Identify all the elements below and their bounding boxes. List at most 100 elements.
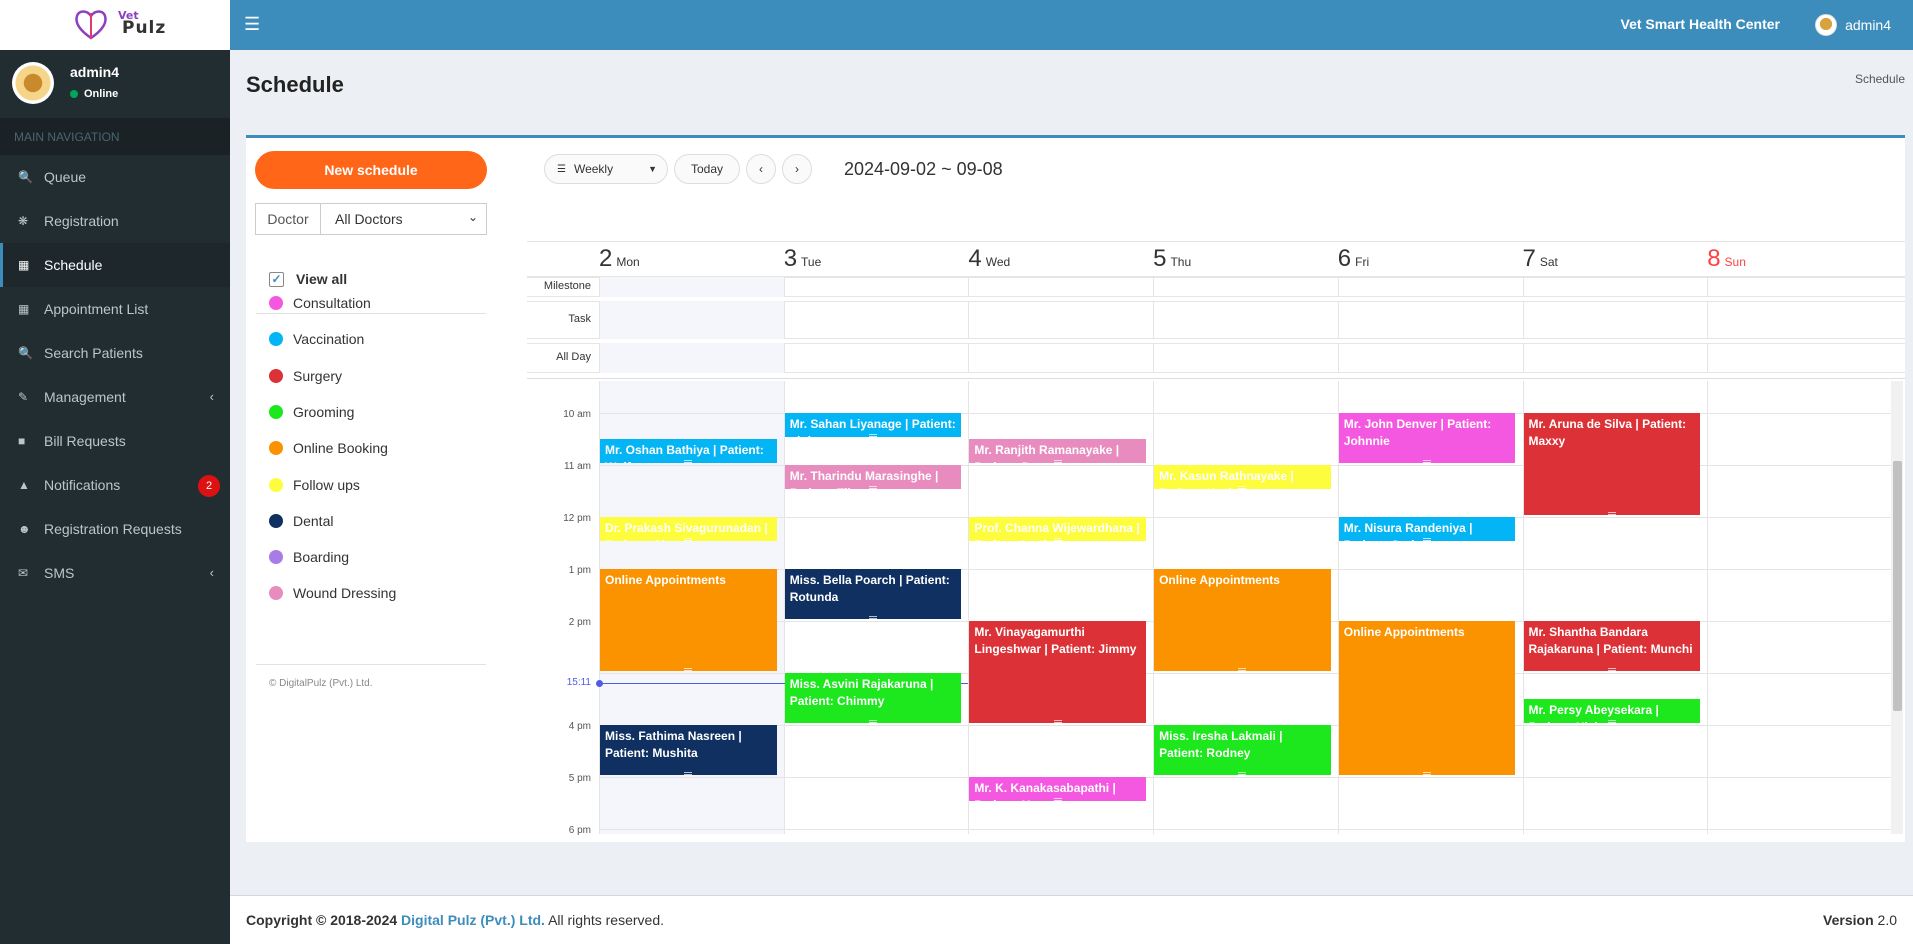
panel-cell[interactable] <box>968 277 1153 297</box>
panel-cell[interactable] <box>1522 277 1708 297</box>
sidebar-item-schedule[interactable]: ▦ Schedule <box>0 243 230 287</box>
panel-cell[interactable] <box>1337 343 1523 373</box>
scrollbar-thumb[interactable] <box>1893 461 1902 711</box>
breadcrumb[interactable]: Schedule <box>1855 72 1905 86</box>
schedule-event[interactable]: Mr. Vinayagamurthi Lingeshwar | Patient:… <box>969 621 1147 723</box>
doctor-select[interactable]: All Doctors ⌄ <box>321 204 486 234</box>
panel-cell[interactable] <box>1707 301 1892 339</box>
panel-cell[interactable] <box>1522 343 1708 373</box>
panel-cell[interactable] <box>1153 343 1338 373</box>
paw-icon: ❋ <box>18 214 29 228</box>
panel-cell[interactable] <box>1707 277 1892 297</box>
resize-handle-icon[interactable] <box>684 772 693 775</box>
resize-handle-icon[interactable] <box>869 486 878 489</box>
schedule-event[interactable]: Online Appointments <box>1338 621 1516 775</box>
resize-handle-icon[interactable] <box>1053 720 1062 723</box>
category-item[interactable]: Wound Dressing <box>269 585 396 601</box>
category-item[interactable]: Vaccination <box>269 331 364 347</box>
schedule-event[interactable]: Mr. Ranjith Ramanayake | Patient: Dawy <box>969 439 1147 463</box>
category-item[interactable]: Surgery <box>269 368 342 384</box>
panel-cell[interactable] <box>1707 343 1892 373</box>
panel-cell[interactable] <box>1337 301 1523 339</box>
schedule-event[interactable]: Miss. Asvini Rajakaruna | Patient: Chimm… <box>784 673 962 723</box>
panel-cell[interactable] <box>783 301 969 339</box>
resize-handle-icon[interactable] <box>1238 668 1247 671</box>
resize-handle-icon[interactable] <box>684 668 693 671</box>
resize-handle-icon[interactable] <box>1607 668 1616 671</box>
schedule-event[interactable]: Mr. Aruna de Silva | Patient: Maxxy <box>1523 413 1701 515</box>
schedule-event[interactable]: Dr. Prakash Sivagurunadan | Patient: Gin… <box>600 517 777 541</box>
resize-handle-icon[interactable] <box>1423 772 1432 775</box>
panel-cell[interactable] <box>599 343 784 373</box>
resize-handle-icon[interactable] <box>869 616 878 619</box>
schedule-event[interactable]: Mr. Oshan Bathiya | Patient: Wolfy <box>600 439 777 463</box>
panel-cell[interactable] <box>599 301 784 339</box>
category-item[interactable]: Dental <box>269 513 333 529</box>
panel-cell[interactable] <box>599 277 784 297</box>
new-schedule-button[interactable]: New schedule <box>255 151 487 189</box>
sidebar-item-notifications[interactable]: ▲ Notifications 2 <box>0 463 230 507</box>
resize-handle-icon[interactable] <box>1423 460 1432 463</box>
resize-handle-icon[interactable] <box>684 460 693 463</box>
panel-cell[interactable] <box>1522 301 1708 339</box>
sidebar-item-management[interactable]: ✎ Management ‹ <box>0 375 230 419</box>
category-item[interactable]: Online Booking <box>269 440 388 456</box>
resize-handle-icon[interactable] <box>1607 512 1616 515</box>
view-all-checkbox[interactable]: ✓ View all <box>269 271 347 287</box>
category-item[interactable]: Boarding <box>269 549 349 565</box>
schedule-event[interactable]: Mr. Persy Abeysekara | Patient: Nicky <box>1523 699 1701 723</box>
schedule-event[interactable]: Miss. Fathima Nasreen | Patient: Mushita <box>600 725 777 775</box>
sidebar-item-sms[interactable]: ✉ SMS ‹ <box>0 551 230 595</box>
panel-cell[interactable] <box>968 301 1153 339</box>
resize-handle-icon[interactable] <box>1053 798 1062 801</box>
category-label: Boarding <box>293 549 350 566</box>
schedule-event[interactable]: Mr. Tharindu Marasinghe | Patient: Tiles <box>784 465 962 489</box>
sidebar-item-registration[interactable]: ❋ Registration <box>0 199 230 243</box>
sidebar-item-registration-requests[interactable]: ☻ Registration Requests <box>0 507 230 551</box>
panel-cell[interactable] <box>783 343 969 373</box>
schedule-event[interactable]: Miss. Bella Poarch | Patient: Rotunda <box>784 569 962 619</box>
brand-logo[interactable]: Vet Pulz <box>0 0 230 50</box>
panel-cell[interactable] <box>1337 277 1523 297</box>
panel-cell[interactable] <box>968 343 1153 373</box>
sidebar-item-queue[interactable]: 🔍 Queue <box>0 155 230 199</box>
sidebar-item-bill-requests[interactable]: ■ Bill Requests <box>0 419 230 463</box>
schedule-event[interactable]: Mr. Sahan Liyanage | Patient: pinky <box>784 413 962 437</box>
view-select[interactable]: ☰ Weekly ▼ <box>544 154 668 184</box>
category-item[interactable]: Grooming <box>269 404 354 420</box>
schedule-event[interactable]: Mr. Nisura Randeniya | Patient: Jack <box>1338 517 1516 541</box>
resize-handle-icon[interactable] <box>1053 460 1062 463</box>
schedule-event[interactable]: Miss. Iresha Lakmali | Patient: Rodney <box>1154 725 1331 775</box>
chevron-down-icon: ⌄ <box>467 210 478 224</box>
resize-handle-icon[interactable] <box>1607 720 1616 723</box>
resize-handle-icon[interactable] <box>1238 486 1247 489</box>
schedule-event[interactable]: Mr. Kasun Rathnayake | Patient: Kevin <box>1154 465 1331 489</box>
schedule-event[interactable]: Online Appointments <box>1154 569 1331 671</box>
sidebar-item-search-patients[interactable]: 🔍 Search Patients <box>0 331 230 375</box>
prev-week-button[interactable]: ‹ <box>746 154 776 184</box>
panel-cell[interactable] <box>783 277 969 297</box>
resize-handle-icon[interactable] <box>684 538 693 541</box>
schedule-event[interactable]: Prof. Channa Wijewardhana | Patient: Luc… <box>969 517 1147 541</box>
resize-handle-icon[interactable] <box>869 434 878 437</box>
resize-handle-icon[interactable] <box>869 720 878 723</box>
today-button[interactable]: Today <box>674 154 740 184</box>
schedule-event[interactable]: Mr. John Denver | Patient: Johnnie <box>1338 413 1516 463</box>
category-item[interactable]: Consultation <box>269 295 371 311</box>
panel-cell[interactable] <box>1153 277 1338 297</box>
sidebar-toggle-icon[interactable]: ☰ <box>244 14 260 35</box>
panel-cell[interactable] <box>1153 301 1338 339</box>
resize-handle-icon[interactable] <box>1053 538 1062 541</box>
user-menu[interactable]: admin4 <box>1815 14 1891 36</box>
category-item[interactable]: Follow ups <box>269 477 360 493</box>
sidebar-item-label: Schedule <box>44 257 103 273</box>
next-week-button[interactable]: › <box>782 154 812 184</box>
resize-handle-icon[interactable] <box>1423 538 1432 541</box>
schedule-event[interactable]: Mr. Shantha Bandara Rajakaruna | Patient… <box>1523 621 1701 671</box>
schedule-event[interactable]: Mr. K. Kanakasabapathi | Patient: Hew <box>969 777 1147 801</box>
company-link[interactable]: Digital Pulz (Pvt.) Ltd. <box>401 912 545 928</box>
resize-handle-icon[interactable] <box>1238 772 1247 775</box>
day-number: 8 <box>1707 245 1721 272</box>
sidebar-item-appointment-list[interactable]: ▦ Appointment List <box>0 287 230 331</box>
schedule-event[interactable]: Online Appointments <box>600 569 777 671</box>
